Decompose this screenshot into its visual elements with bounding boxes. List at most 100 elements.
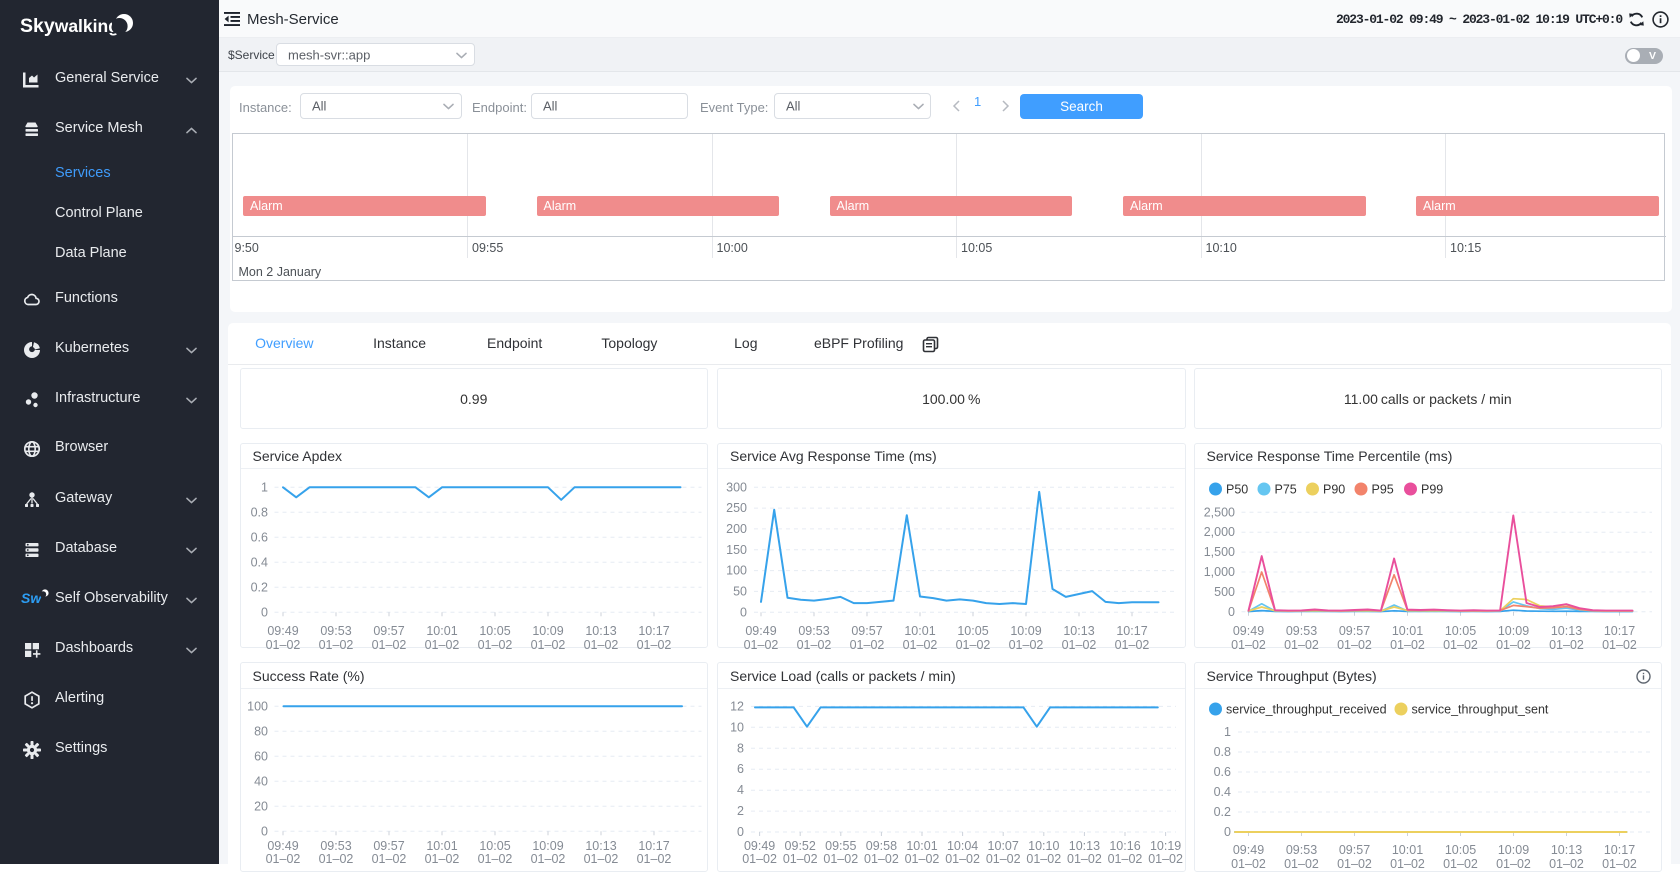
svg-text:01–02: 01–02 (1496, 857, 1531, 871)
svg-text:10:17: 10:17 (638, 839, 669, 853)
svg-text:10: 10 (730, 720, 744, 734)
svg-text:01–02: 01–02 (1549, 857, 1584, 871)
svg-text:09:49: 09:49 (1232, 624, 1263, 638)
svg-text:01–02: 01–02 (583, 638, 618, 649)
svg-text:01–02: 01–02 (371, 638, 406, 649)
svg-text:10:13: 10:13 (585, 624, 616, 638)
svg-text:10:05: 10:05 (1444, 624, 1475, 638)
svg-text:10:10: 10:10 (1028, 839, 1059, 853)
svg-text:10:01: 10:01 (426, 839, 457, 853)
svg-text:10:09: 10:09 (1497, 624, 1528, 638)
svg-text:2: 2 (737, 804, 744, 818)
svg-text:09:57: 09:57 (1338, 624, 1369, 638)
svg-text:09:55: 09:55 (825, 839, 856, 853)
svg-text:10:09: 10:09 (1497, 843, 1528, 857)
svg-text:01–02: 01–02 (1390, 857, 1425, 871)
svg-text:12: 12 (730, 699, 744, 713)
svg-text:01–02: 01–02 (1284, 638, 1319, 649)
svg-text:300: 300 (726, 480, 747, 494)
svg-text:01–02: 01–02 (1337, 857, 1372, 871)
svg-text:10:17: 10:17 (1603, 843, 1634, 857)
svg-text:09:53: 09:53 (798, 624, 829, 638)
svg-text:1: 1 (1224, 725, 1231, 739)
svg-text:100: 100 (726, 564, 747, 578)
svg-text:10:09: 10:09 (1010, 624, 1041, 638)
svg-text:01–02: 01–02 (318, 638, 353, 649)
svg-text:01–02: 01–02 (1602, 857, 1637, 871)
svg-text:20: 20 (254, 799, 268, 813)
svg-text:01–02: 01–02 (1062, 638, 1097, 649)
svg-text:10:17: 10:17 (1116, 624, 1147, 638)
svg-text:100: 100 (247, 699, 268, 713)
svg-text:09:57: 09:57 (851, 624, 882, 638)
svg-text:01–02: 01–02 (797, 638, 832, 649)
svg-text:01–02: 01–02 (1284, 857, 1319, 871)
svg-text:01–02: 01–02 (1009, 638, 1044, 649)
svg-text:09:57: 09:57 (373, 839, 404, 853)
svg-text:10:04: 10:04 (947, 839, 978, 853)
svg-text:10:16: 10:16 (1109, 839, 1140, 853)
svg-text:0.4: 0.4 (1213, 785, 1230, 799)
svg-text:60: 60 (254, 749, 268, 763)
svg-text:10:01: 10:01 (426, 624, 457, 638)
svg-text:10:05: 10:05 (957, 624, 988, 638)
svg-text:01–02: 01–02 (636, 638, 671, 649)
svg-text:10:19: 10:19 (1150, 839, 1181, 853)
svg-text:0.6: 0.6 (250, 530, 267, 544)
svg-text:01–02: 01–02 (530, 638, 565, 649)
svg-text:service_throughput_sent: service_throughput_sent (1411, 703, 1548, 717)
svg-text:09:53: 09:53 (320, 624, 351, 638)
svg-text:0.6: 0.6 (1213, 765, 1230, 779)
svg-text:1,000: 1,000 (1203, 565, 1234, 579)
svg-text:service_throughput_received: service_throughput_received (1226, 703, 1387, 717)
svg-text:09:58: 09:58 (866, 839, 897, 853)
svg-text:10:13: 10:13 (1063, 624, 1094, 638)
svg-text:1,500: 1,500 (1203, 545, 1234, 559)
svg-text:01–02: 01–02 (1602, 638, 1637, 649)
svg-text:09:57: 09:57 (1338, 843, 1369, 857)
svg-text:P95: P95 (1371, 483, 1393, 497)
svg-text:01–02: 01–02 (1390, 638, 1425, 649)
svg-text:P90: P90 (1323, 483, 1345, 497)
svg-text:09:53: 09:53 (320, 839, 351, 853)
svg-text:0: 0 (1228, 605, 1235, 619)
svg-text:6: 6 (737, 762, 744, 776)
svg-text:200: 200 (726, 522, 747, 536)
svg-text:10:01: 10:01 (1391, 843, 1422, 857)
svg-text:09:49: 09:49 (745, 624, 776, 638)
svg-text:01–02: 01–02 (956, 638, 991, 649)
svg-text:10:17: 10:17 (1603, 624, 1634, 638)
svg-text:01–02: 01–02 (744, 638, 779, 649)
svg-text:0.8: 0.8 (250, 505, 267, 519)
svg-text:P75: P75 (1274, 483, 1296, 497)
svg-text:10:09: 10:09 (532, 624, 563, 638)
svg-text:10:09: 10:09 (532, 839, 563, 853)
svg-text:01–02: 01–02 (1231, 857, 1266, 871)
svg-text:10:13: 10:13 (1550, 843, 1581, 857)
svg-text:10:05: 10:05 (1444, 843, 1475, 857)
svg-text:01–02: 01–02 (424, 638, 459, 649)
svg-text:09:53: 09:53 (1285, 624, 1316, 638)
svg-text:0: 0 (740, 605, 747, 619)
svg-text:01–02: 01–02 (1231, 638, 1266, 649)
svg-text:250: 250 (726, 501, 747, 515)
svg-text:150: 150 (726, 543, 747, 557)
svg-text:2,500: 2,500 (1203, 505, 1234, 519)
svg-text:P50: P50 (1226, 483, 1248, 497)
svg-text:40: 40 (254, 774, 268, 788)
svg-text:01–02: 01–02 (850, 638, 885, 649)
svg-text:09:49: 09:49 (267, 624, 298, 638)
svg-text:0: 0 (261, 605, 268, 619)
svg-text:10:01: 10:01 (904, 624, 935, 638)
svg-text:01–02: 01–02 (1496, 638, 1531, 649)
svg-text:10:01: 10:01 (1391, 624, 1422, 638)
svg-text:10:05: 10:05 (479, 624, 510, 638)
svg-text:01–02: 01–02 (1443, 638, 1478, 649)
svg-text:10:01: 10:01 (906, 839, 937, 853)
svg-text:4: 4 (737, 783, 744, 797)
svg-text:09:49: 09:49 (744, 839, 775, 853)
svg-text:01–02: 01–02 (477, 638, 512, 649)
svg-text:09:53: 09:53 (1285, 843, 1316, 857)
svg-text:2,000: 2,000 (1203, 525, 1234, 539)
svg-text:01–02: 01–02 (265, 638, 300, 649)
